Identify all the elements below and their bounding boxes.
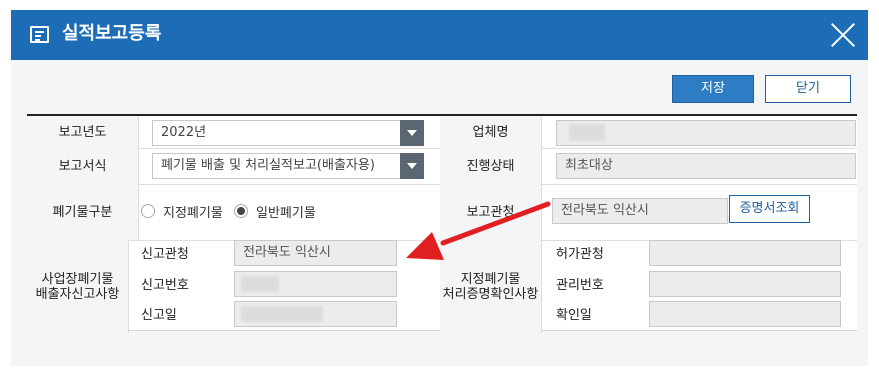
company-name-field[interactable] [556, 120, 856, 146]
report-format-label: 보고서식 [27, 148, 138, 184]
discharger-authority-field[interactable]: 전라북도 익산시 [234, 240, 397, 266]
report-format-select[interactable]: 폐기물 배출 및 처리실적보고(배출자용) [152, 153, 424, 179]
radio-general-waste[interactable] [234, 204, 248, 218]
chevron-down-icon[interactable] [400, 153, 424, 179]
report-authority-sub-label: 신고관청 [141, 247, 189, 262]
permit-authority-label: 허가관청 [556, 247, 604, 262]
confirm-date-label: 확인일 [556, 308, 592, 323]
redacted-text [569, 124, 605, 141]
confirm-date-field[interactable] [649, 301, 841, 327]
save-button[interactable]: 저장 [672, 75, 754, 103]
waste-type-label: 폐기물구분 [27, 184, 138, 240]
radio-designated-waste-label: 지정폐기물 [163, 206, 223, 221]
chevron-down-icon[interactable] [400, 120, 424, 146]
company-name-label: 업체명 [440, 116, 541, 148]
report-authority-label: 보고관청 [440, 184, 541, 240]
report-number-label: 신고번호 [141, 278, 189, 293]
report-dialog: 실적보고등록 저장 닫기 보고년도 2022년 업체명 보고서식 폐기물 배출 … [11, 10, 868, 366]
dialog-titlebar: 실적보고등록 [11, 10, 868, 60]
report-date-label: 신고일 [141, 308, 177, 323]
close-button[interactable]: 닫기 [765, 75, 851, 103]
certificate-lookup-button[interactable]: 증명서조회 [729, 195, 810, 223]
report-authority-field[interactable]: 전라북도 익산시 [552, 198, 728, 224]
redacted-text [241, 276, 279, 292]
report-number-field[interactable] [234, 271, 397, 297]
progress-status-label: 진행상태 [440, 148, 541, 184]
form-icon [30, 26, 49, 43]
radio-general-waste-label: 일반폐기물 [256, 206, 316, 221]
manage-number-label: 관리번호 [556, 278, 604, 293]
dialog-title: 실적보고등록 [62, 23, 162, 44]
discharger-report-label: 사업장폐기물 배출자신고사항 [27, 240, 128, 333]
permit-authority-field[interactable] [649, 240, 841, 266]
report-year-select[interactable]: 2022년 [152, 120, 424, 146]
report-year-label: 보고년도 [27, 116, 138, 148]
report-format-value: 폐기물 배출 및 처리실적보고(배출자용) [161, 158, 375, 173]
report-date-field[interactable] [234, 301, 397, 327]
treatment-cert-label: 지정폐기물 처리증명확인사항 [440, 240, 541, 333]
redacted-text [241, 306, 323, 322]
close-icon[interactable] [830, 22, 856, 48]
radio-designated-waste[interactable] [141, 204, 155, 218]
report-year-value: 2022년 [161, 125, 207, 140]
progress-status-field[interactable]: 최초대상 [556, 153, 856, 179]
manage-number-field[interactable] [649, 271, 841, 297]
